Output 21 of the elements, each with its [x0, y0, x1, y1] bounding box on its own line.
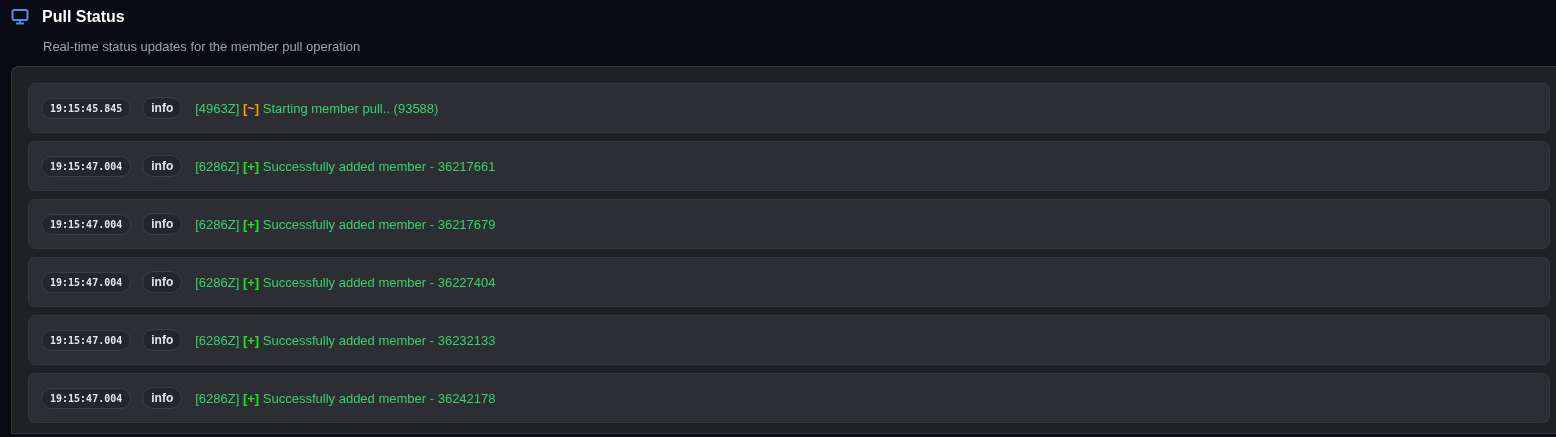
level-badge: info	[142, 213, 183, 235]
level-badge: info	[142, 271, 183, 293]
log-message: [6286Z] [+] Successfully added member - 36227404	[195, 274, 496, 290]
log-message: [6286Z] [+] Successfully added member - 36217661	[195, 158, 496, 174]
level-badge: info	[142, 329, 183, 351]
log-message: [6286Z] [+] Successfully added member - 36217679	[195, 216, 496, 232]
panel-title: Pull Status	[42, 8, 125, 26]
monitor-icon	[11, 9, 29, 25]
level-badge: info	[142, 97, 183, 119]
log-message: [4963Z] [~] Starting member pull.. (93588)	[195, 100, 439, 116]
timestamp-badge: 19:15:45.845	[41, 97, 132, 119]
log-message: [6286Z] [+] Successfully added member - 36242178	[195, 390, 496, 406]
log-message: [6286Z] [+] Successfully added member - 36232133	[195, 332, 496, 348]
panel-subtitle: Real-time status updates for the member pull operation	[43, 39, 362, 55]
timestamp-badge: 19:15:47.004	[41, 213, 132, 235]
timestamp-badge: 19:15:47.004	[41, 271, 132, 293]
timestamp-badge: 19:15:47.004	[41, 329, 132, 351]
level-badge: info	[142, 387, 183, 409]
timestamp-badge: 19:15:47.004	[41, 387, 132, 409]
level-badge: info	[142, 155, 183, 177]
timestamp-badge: 19:15:47.004	[41, 155, 132, 177]
